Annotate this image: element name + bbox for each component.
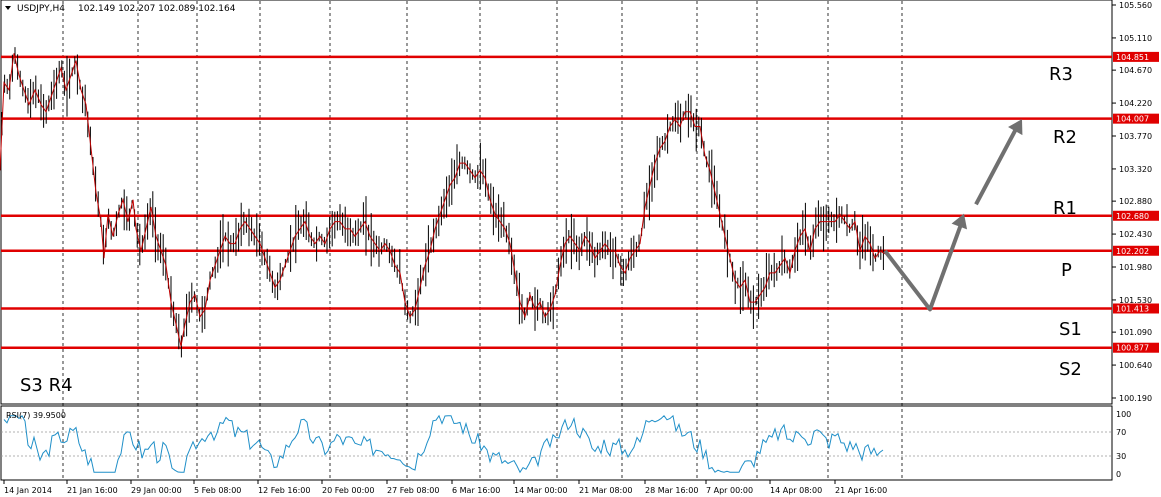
y-tick-label: 101.980 bbox=[1119, 263, 1152, 272]
level-names: R3 R2 R1 P S1 S2 bbox=[1049, 64, 1082, 380]
chart-canvas: 104.851 104.007 102.680 102.202 101.413 100.8… bbox=[0, 0, 1159, 495]
x-tick-label: 14 Apr 08:00 bbox=[770, 486, 822, 495]
x-tick-label: 20 Feb 00:00 bbox=[322, 486, 374, 495]
y-tick-label: 101.090 bbox=[1119, 328, 1152, 337]
x-tick-label: 5 Feb 08:00 bbox=[194, 486, 241, 495]
y-tick-label: 102.880 bbox=[1119, 197, 1152, 206]
vertical-grid bbox=[62, 1, 903, 480]
x-tick-label: 27 Feb 08:00 bbox=[387, 486, 439, 495]
rsi-tick-label: 70 bbox=[1116, 428, 1126, 437]
price-bars bbox=[1, 47, 884, 358]
ma-line bbox=[0, 53, 886, 347]
y-tick-label: 100.190 bbox=[1119, 394, 1152, 403]
y-tick-label: 100.640 bbox=[1119, 361, 1152, 370]
forecast-leg bbox=[883, 220, 964, 312]
price-tag-label: 100.877 bbox=[1116, 344, 1149, 353]
x-tick-label: 14 Mar 00:00 bbox=[514, 486, 567, 495]
rsi-line bbox=[3, 414, 884, 474]
moving-average bbox=[0, 53, 886, 347]
x-tick-label: 6 Mar 16:00 bbox=[452, 486, 500, 495]
x-tick-label: 12 Feb 16:00 bbox=[258, 486, 310, 495]
pivot-levels: 104.851 104.007 102.680 102.202 101.413 100.8… bbox=[1, 51, 1159, 353]
rsi-tick-label: 100 bbox=[1116, 410, 1131, 419]
symbol-label: USDJPY,H4 bbox=[17, 4, 65, 14]
forecast-arrow bbox=[883, 119, 1023, 312]
y-tick-label: 105.110 bbox=[1119, 34, 1152, 43]
price-tag-label: 104.851 bbox=[1116, 53, 1149, 62]
ohlc-values: 102.149 102.207 102.089 102.164 bbox=[78, 4, 236, 14]
y-tick-label: 104.670 bbox=[1119, 66, 1152, 75]
chart: 104.851 104.007 102.680 102.202 101.413 100.8… bbox=[0, 0, 1161, 497]
rsi-panel: 100 70 30 0 bbox=[1, 410, 1131, 479]
menu-triangle-icon[interactable] bbox=[5, 6, 11, 10]
y-tick-label: 102.430 bbox=[1119, 230, 1152, 239]
price-tag-label: 101.413 bbox=[1116, 304, 1149, 313]
level-name-s2: S2 bbox=[1059, 359, 1082, 380]
rsi-label: RSI(7) 39.9500 bbox=[6, 411, 66, 420]
y-tick-label: 105.560 bbox=[1119, 1, 1152, 10]
forecast-leg bbox=[974, 124, 1020, 206]
x-axis: 14 Jan 2014 21 Jan 16:00 29 Jan 00:00 5 Feb… bbox=[3, 480, 887, 495]
rsi-panel-frame bbox=[0, 405, 1113, 481]
price-tag-label: 104.007 bbox=[1116, 115, 1149, 124]
y-tick-label: 103.320 bbox=[1119, 165, 1152, 174]
price-panel-frame bbox=[0, 0, 1113, 405]
x-tick-label: 21 Apr 16:00 bbox=[835, 486, 887, 495]
x-tick-label: 21 Jan 16:00 bbox=[67, 486, 118, 495]
x-tick-label: 29 Jan 00:00 bbox=[131, 486, 182, 495]
x-tick-label: 7 Apr 00:00 bbox=[706, 486, 753, 495]
y-tick-label: 104.220 bbox=[1119, 99, 1152, 108]
x-tick-label: 14 Jan 2014 bbox=[4, 486, 52, 495]
level-name-r3: R3 bbox=[1049, 64, 1073, 85]
level-name-r2: R2 bbox=[1053, 127, 1077, 148]
extra-level-label: S3 R4 bbox=[20, 375, 73, 396]
level-name-r1: R1 bbox=[1053, 198, 1077, 219]
y-tick-label: 101.530 bbox=[1119, 296, 1152, 305]
x-tick-label: 28 Mar 16:00 bbox=[645, 486, 698, 495]
level-name-p: P bbox=[1061, 260, 1072, 281]
x-tick-label: 21 Mar 08:00 bbox=[579, 486, 632, 495]
rsi-tick-label: 30 bbox=[1116, 452, 1126, 461]
y-tick-label: 103.770 bbox=[1119, 132, 1152, 141]
level-name-s1: S1 bbox=[1059, 319, 1082, 340]
price-tag-label: 102.680 bbox=[1116, 212, 1149, 221]
price-tag-label: 102.202 bbox=[1116, 247, 1149, 256]
rsi-tick-label: 0 bbox=[1116, 470, 1121, 479]
